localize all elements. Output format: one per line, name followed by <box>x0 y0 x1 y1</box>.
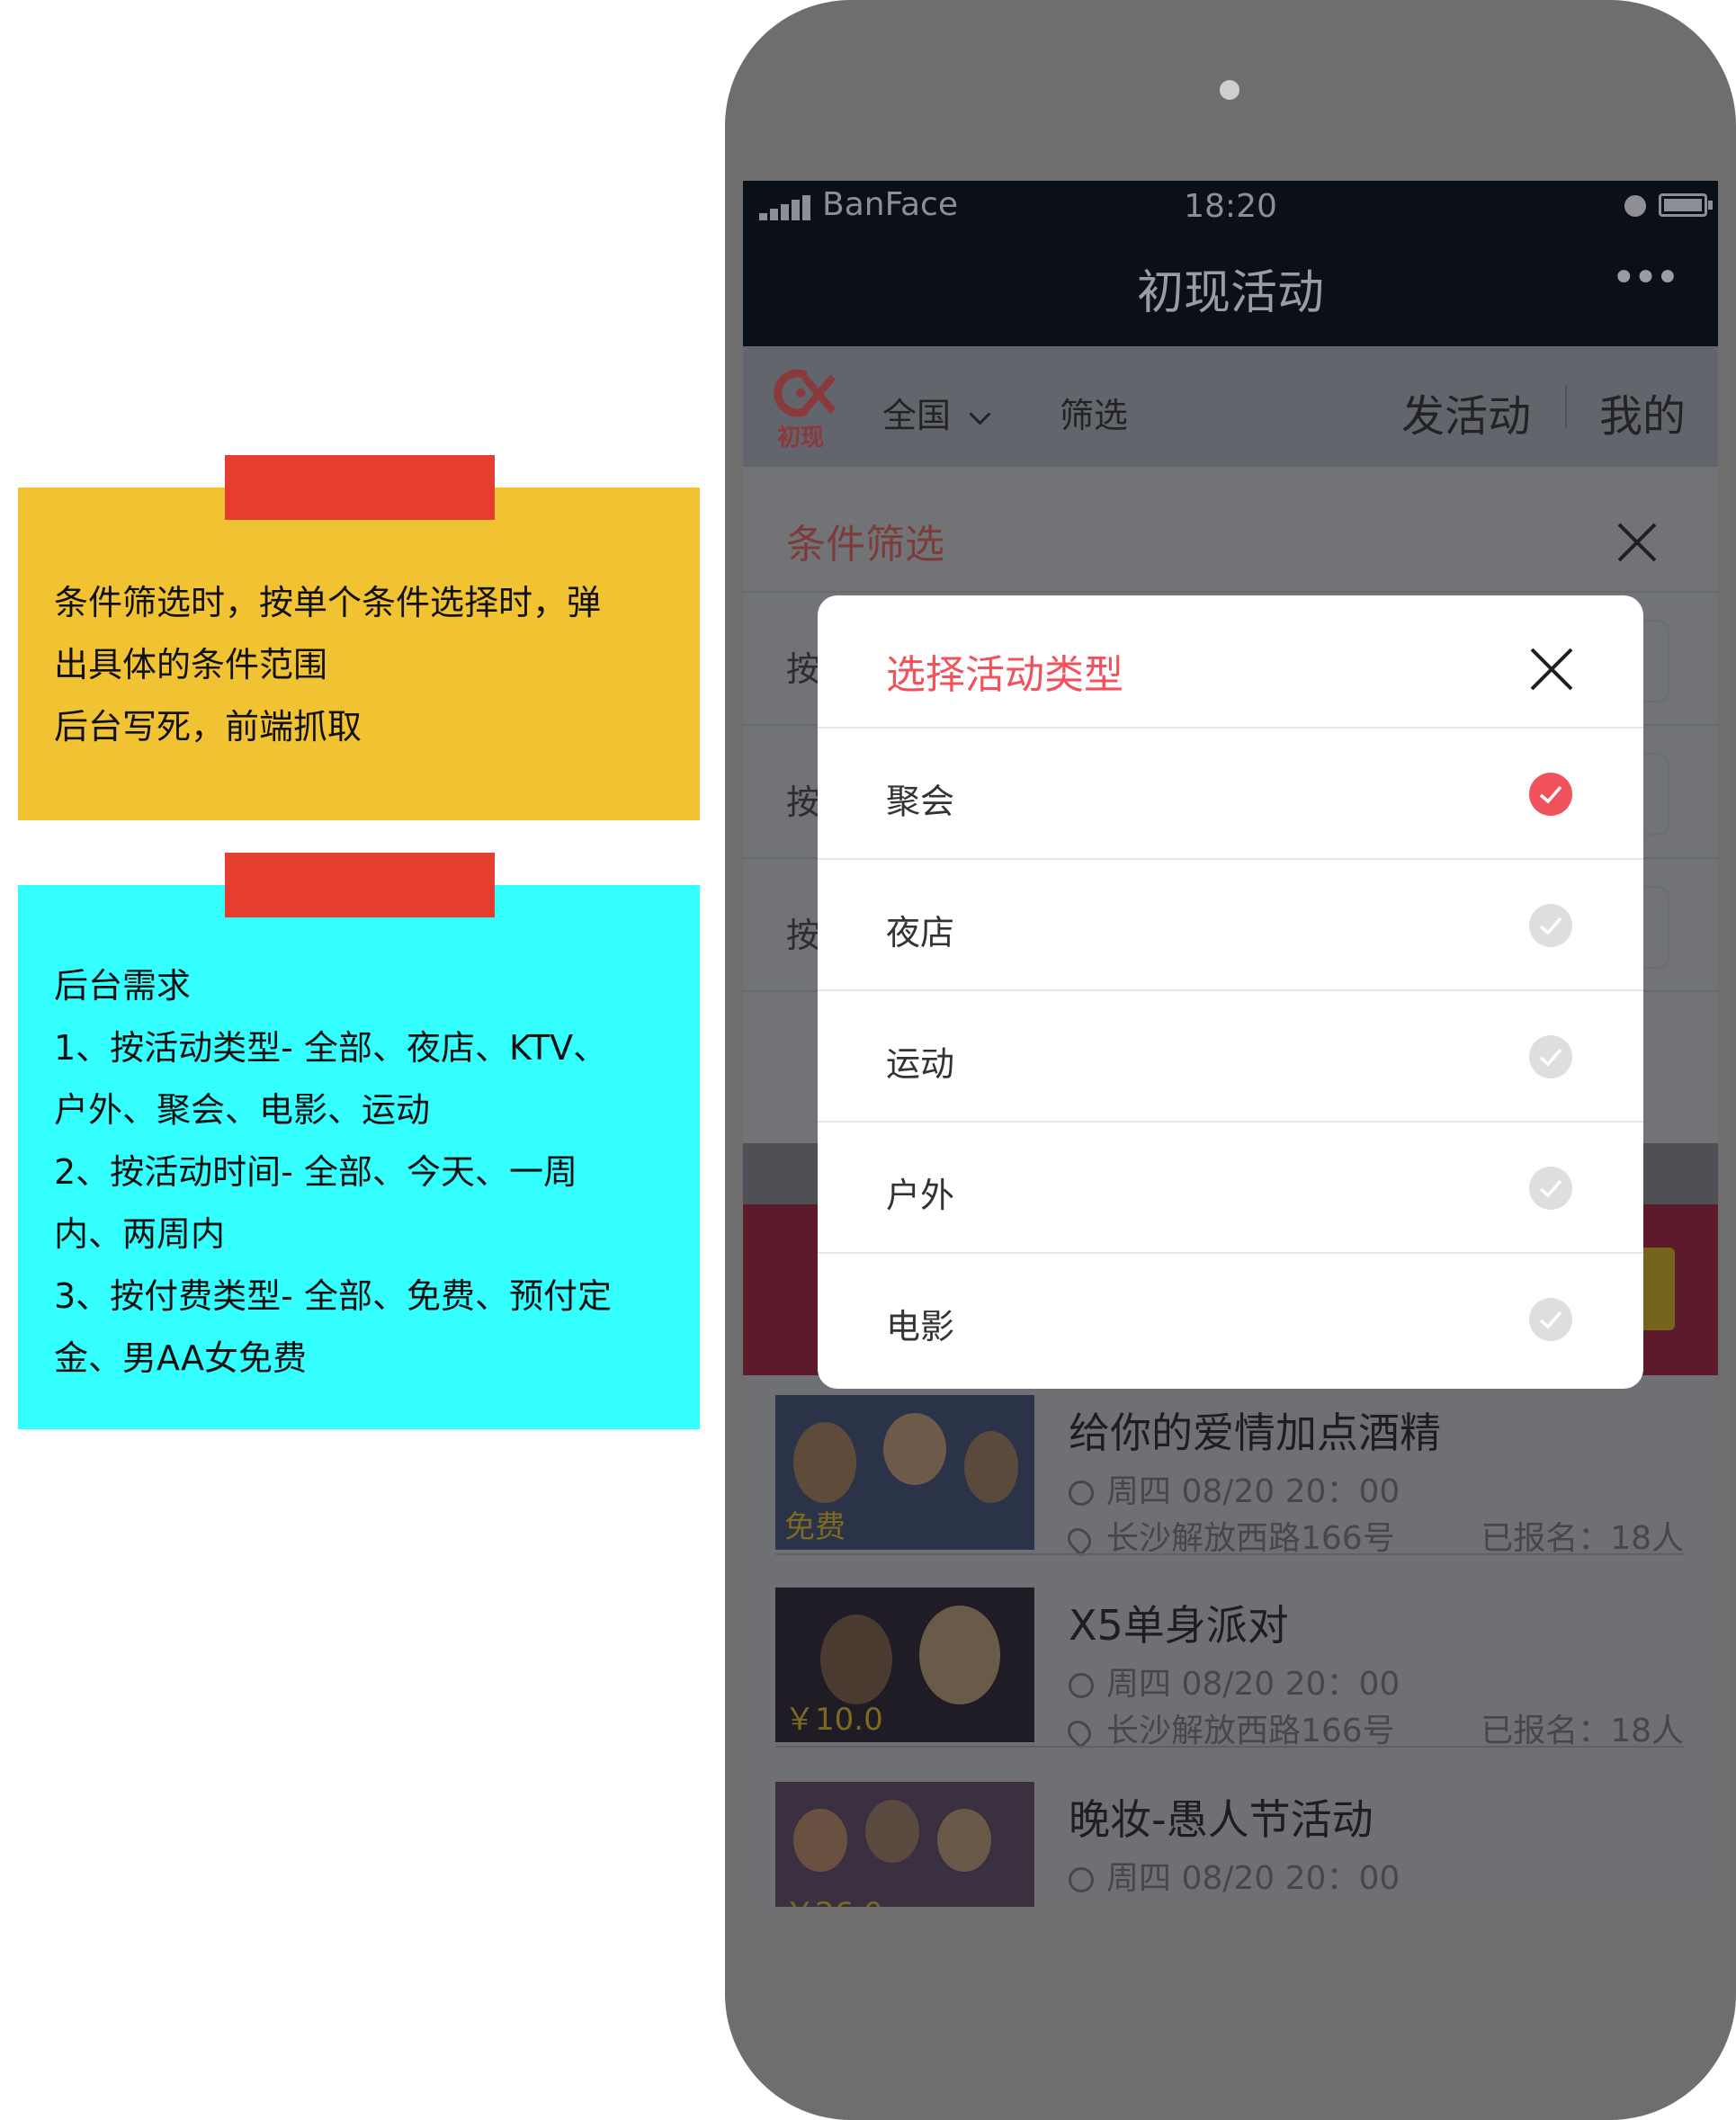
event-address-text: 长沙解放西路166号 <box>1106 1520 1395 1557</box>
option-sports[interactable]: 运动 <box>818 989 1643 1121</box>
check-circle-icon[interactable] <box>1528 1034 1573 1079</box>
nav-divider <box>1565 386 1567 429</box>
note-text: 后台需求 1、按活动类型- 全部、夜店、KTV、 户外、聚会、电影、运动 2、按… <box>54 955 612 1390</box>
alarm-icon <box>1624 195 1646 217</box>
event-thumbnail: 免费 <box>775 1395 1034 1550</box>
event-title: X5单身派对 <box>1069 1601 1289 1650</box>
top-nav: 初现 全国 筛选 发活动 我的 <box>743 346 1718 467</box>
event-time: 周四 08/20 20：00 <box>1069 1465 1400 1512</box>
note-tab <box>225 853 495 917</box>
note-line: 1、按活动类型- 全部、夜店、KTV、 <box>54 1028 608 1068</box>
option-label: 聚会 <box>886 782 955 821</box>
note-line: 2、按活动时间- 全部、今天、一周 <box>54 1152 577 1192</box>
option-nightclub[interactable]: 夜店 <box>818 858 1643 989</box>
option-label: 电影 <box>886 1307 955 1346</box>
option-label: 夜店 <box>886 913 955 953</box>
logo-icon: 初现 <box>774 369 837 451</box>
activity-type-dialog: 选择活动类型 聚会 夜店 运动 户外 电影 <box>818 595 1643 1389</box>
note-line: 条件筛选时，按单个条件选择时，弹 <box>54 583 602 622</box>
note-line: 金、男AA女免费 <box>54 1338 308 1378</box>
note-line: 内、两周内 <box>54 1214 226 1254</box>
filter-button[interactable]: 筛选 <box>1060 388 1128 437</box>
note-tab <box>225 455 495 520</box>
note-text: 条件筛选时，按单个条件选择时，弹 出具体的条件范围 后台写死，前端抓取 <box>54 572 601 758</box>
price-tag: ￥26.0 <box>784 1889 883 1907</box>
option-label: 运动 <box>886 1044 955 1084</box>
note-line: 后台写死，前端抓取 <box>54 707 362 747</box>
clock-icon <box>1069 1673 1094 1698</box>
check-circle-icon[interactable] <box>1528 1297 1573 1342</box>
event-thumbnail: ￥26.0 <box>775 1782 1034 1907</box>
status-time: 18:20 <box>1184 188 1277 225</box>
my-profile-button[interactable]: 我的 <box>1599 380 1686 443</box>
region-selector[interactable]: 全国 <box>882 388 991 437</box>
status-and-title-bar: BanFace 18:20 初现活动 ••• <box>743 181 1718 346</box>
event-list: 免费 给你的爱情加点酒精 周四 08/20 20：00 长沙解放西路166号 已… <box>743 1375 1718 1907</box>
list-item[interactable]: ￥26.0 晚妆-愚人节活动 周四 08/20 20：00 <box>775 1762 1684 1907</box>
event-time-text: 周四 08/20 20：00 <box>1106 1666 1400 1703</box>
chevron-down-icon <box>969 403 991 425</box>
note-line: 出具体的条件范围 <box>54 645 328 684</box>
event-time: 周四 08/20 20：00 <box>1069 1658 1400 1704</box>
region-label: 全国 <box>882 396 952 435</box>
filter-row-label: 按 <box>786 916 821 955</box>
page-title: 初现活动 <box>1136 266 1324 320</box>
event-time-text: 周四 08/20 20：00 <box>1106 1860 1400 1897</box>
dialog-title: 选择活动类型 <box>886 652 1123 698</box>
note-line: 后台需求 <box>54 966 192 1006</box>
publish-activity-button[interactable]: 发活动 <box>1401 380 1531 443</box>
event-time: 周四 08/20 20：00 <box>1069 1852 1400 1899</box>
event-title: 晚妆-愚人节活动 <box>1069 1795 1374 1844</box>
option-outdoor[interactable]: 户外 <box>818 1121 1643 1252</box>
event-address: 长沙解放西路166号 <box>1062 1704 1395 1751</box>
price-tag: 免费 <box>784 1509 846 1545</box>
clock-icon <box>1069 1867 1094 1892</box>
event-address-text: 长沙解放西路166号 <box>1106 1713 1395 1749</box>
note-line: 3、按付费类型- 全部、免费、预付定 <box>54 1276 612 1316</box>
note-line: 户外、聚会、电影、运动 <box>54 1090 431 1130</box>
check-circle-icon[interactable] <box>1528 772 1573 817</box>
divider <box>775 1746 1684 1748</box>
event-title: 给你的爱情加点酒精 <box>1069 1409 1441 1457</box>
option-movie[interactable]: 电影 <box>818 1252 1643 1383</box>
divider <box>775 1553 1684 1555</box>
option-label: 户外 <box>886 1176 955 1215</box>
event-thumbnail: ￥10.0 <box>775 1588 1034 1742</box>
event-signup-count: 已报名：18人 <box>1481 1520 1684 1557</box>
clock-icon <box>1069 1480 1094 1506</box>
annotation-note-backend: 后台需求 1、按活动类型- 全部、夜店、KTV、 户外、聚会、电影、运动 2、按… <box>18 853 700 1429</box>
close-icon[interactable] <box>1612 517 1662 568</box>
event-address: 长沙解放西路166号 <box>1062 1512 1395 1559</box>
annotation-note-filter: 条件筛选时，按单个条件选择时，弹 出具体的条件范围 后台写死，前端抓取 <box>18 455 700 820</box>
location-pin-icon <box>1062 1523 1096 1557</box>
filter-row-label: 按 <box>786 649 821 689</box>
more-icon[interactable]: ••• <box>1611 253 1680 303</box>
filter-panel-title: 条件筛选 <box>786 522 944 568</box>
check-circle-icon[interactable] <box>1528 1166 1573 1211</box>
event-signup-count: 已报名：18人 <box>1481 1713 1684 1749</box>
location-pin-icon <box>1062 1715 1096 1749</box>
filter-row-label: 按 <box>786 783 821 822</box>
camera-dot <box>1220 80 1239 100</box>
battery-icon <box>1659 193 1707 217</box>
event-time-text: 周四 08/20 20：00 <box>1106 1473 1400 1510</box>
battery-tip <box>1708 201 1713 210</box>
check-circle-icon[interactable] <box>1528 903 1573 948</box>
price-tag: ￥10.0 <box>784 1702 883 1738</box>
close-icon[interactable] <box>1526 644 1577 694</box>
logo-text: 初现 <box>777 424 824 451</box>
option-party[interactable]: 聚会 <box>818 727 1643 858</box>
list-item[interactable]: ￥10.0 X5单身派对 周四 08/20 20：00 长沙解放西路166号 已… <box>775 1568 1684 1751</box>
list-item[interactable]: 免费 给你的爱情加点酒精 周四 08/20 20：00 长沙解放西路166号 已… <box>775 1375 1684 1557</box>
